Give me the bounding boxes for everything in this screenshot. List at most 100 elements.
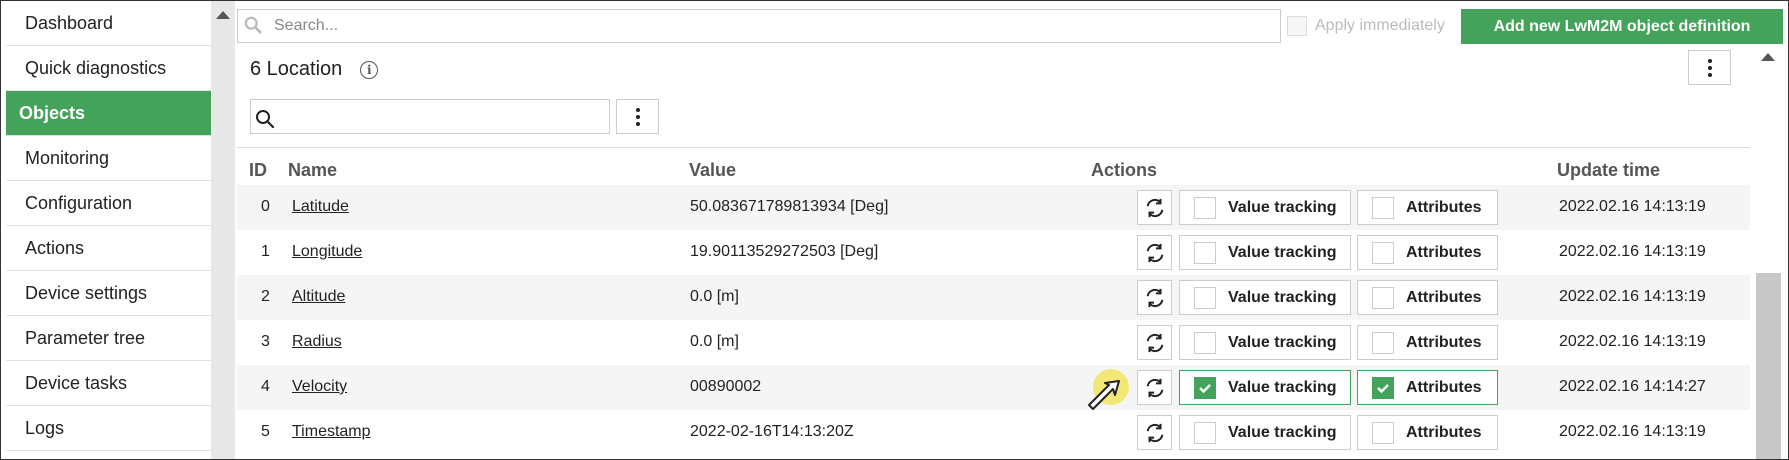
- value-tracking-button[interactable]: Value tracking: [1179, 235, 1351, 270]
- column-header-name[interactable]: Name: [288, 160, 337, 181]
- table-row: 4 Velocity 00890002 Value tracking Attribute…: [237, 365, 1750, 410]
- scroll-up-icon[interactable]: [216, 11, 230, 19]
- main-scrollbar[interactable]: [1756, 45, 1781, 459]
- info-icon[interactable]: i: [360, 60, 379, 79]
- attributes-checkbox[interactable]: [1372, 286, 1394, 309]
- refresh-icon: [1146, 423, 1163, 442]
- sidebar-item-objects[interactable]: Objects: [6, 91, 211, 136]
- add-object-definition-button[interactable]: Add new LwM2M object definition: [1461, 9, 1783, 44]
- search-input[interactable]: [274, 10, 1274, 42]
- value-tracking-label: Value tracking: [1228, 198, 1337, 216]
- update-time: 2022.02.16 14:13:19: [1559, 423, 1706, 440]
- attributes-label: Attributes: [1406, 288, 1482, 306]
- refresh-button[interactable]: [1137, 235, 1172, 270]
- column-header-actions: Actions: [1091, 160, 1158, 180]
- check-icon: [1377, 383, 1389, 393]
- attributes-label: Attributes: [1406, 243, 1482, 261]
- app-window: Dashboard Quick diagnostics Objects Monitor…: [0, 0, 1789, 460]
- column-header-id[interactable]: ID: [249, 160, 267, 181]
- value-tracking-button[interactable]: Value tracking: [1179, 415, 1351, 450]
- resource-value: 0.0 [m]: [690, 333, 739, 350]
- resource-name-link[interactable]: Timestamp: [292, 423, 371, 441]
- sidebar-item-monitoring[interactable]: Monitoring: [6, 136, 211, 181]
- attributes-checkbox[interactable]: [1372, 376, 1394, 399]
- attributes-button[interactable]: Attributes: [1357, 280, 1498, 315]
- attributes-button[interactable]: Attributes: [1357, 190, 1498, 225]
- value-tracking-checkbox[interactable]: [1194, 376, 1216, 399]
- filter-menu-button[interactable]: [616, 99, 659, 134]
- value-tracking-button[interactable]: Value tracking: [1179, 370, 1351, 405]
- scrollbar-thumb[interactable]: [1756, 273, 1781, 459]
- resource-name-link[interactable]: Radius: [292, 333, 342, 351]
- table-header: ID Name Value Actions Update time: [237, 147, 1750, 187]
- resource-value: 2022-02-16T14:13:20Z: [690, 423, 854, 440]
- resource-name-link[interactable]: Velocity: [292, 378, 347, 396]
- filter-field[interactable]: [250, 99, 610, 134]
- attributes-button[interactable]: Attributes: [1357, 415, 1498, 450]
- attributes-checkbox[interactable]: [1372, 421, 1394, 444]
- sidebar-item-logs[interactable]: Logs: [6, 406, 211, 451]
- attributes-button[interactable]: Attributes: [1357, 370, 1498, 405]
- resource-value: 50.083671789813934 [Deg]: [690, 198, 889, 215]
- refresh-button[interactable]: [1137, 370, 1172, 405]
- table-row: 3 Radius 0.0 [m] Value tracking Attributes 20…: [237, 320, 1750, 365]
- table-body: 0 Latitude 50.083671789813934 [Deg] Value t…: [237, 185, 1750, 455]
- refresh-button[interactable]: [1137, 190, 1172, 225]
- page-title: 6 Location: [250, 58, 343, 80]
- global-search[interactable]: [237, 9, 1281, 43]
- row-id: 1: [261, 243, 270, 260]
- refresh-button[interactable]: [1137, 280, 1172, 315]
- value-tracking-checkbox[interactable]: [1194, 241, 1216, 264]
- value-tracking-label: Value tracking: [1228, 288, 1337, 306]
- value-tracking-label: Value tracking: [1228, 378, 1337, 396]
- kebab-menu-icon: [635, 107, 640, 126]
- sidebar-scrollbar[interactable]: [211, 1, 235, 459]
- apply-immediately-toggle[interactable]: Apply immediately: [1287, 13, 1445, 39]
- value-tracking-button[interactable]: Value tracking: [1179, 325, 1351, 360]
- resource-value: 19.90113529272503 [Deg]: [690, 243, 879, 260]
- apply-immediately-checkbox[interactable]: [1287, 16, 1307, 36]
- attributes-checkbox[interactable]: [1372, 241, 1394, 264]
- sidebar-item-dashboard[interactable]: Dashboard: [6, 1, 211, 46]
- kebab-menu-icon: [1707, 58, 1712, 77]
- object-menu-button[interactable]: [1688, 50, 1731, 85]
- refresh-button[interactable]: [1137, 415, 1172, 450]
- value-tracking-button[interactable]: Value tracking: [1179, 190, 1351, 225]
- sidebar: Dashboard Quick diagnostics Objects Monitor…: [6, 1, 211, 459]
- apply-immediately-label: Apply immediately: [1315, 17, 1445, 34]
- value-tracking-checkbox[interactable]: [1194, 331, 1216, 354]
- attributes-label: Attributes: [1406, 198, 1482, 216]
- table-row: 0 Latitude 50.083671789813934 [Deg] Value t…: [237, 185, 1750, 230]
- resource-name-link[interactable]: Latitude: [292, 198, 349, 216]
- refresh-icon: [1146, 333, 1163, 352]
- sidebar-item-parameter-tree[interactable]: Parameter tree: [6, 316, 211, 361]
- row-id: 2: [261, 288, 270, 305]
- value-tracking-checkbox[interactable]: [1194, 196, 1216, 219]
- sidebar-item-device-tasks[interactable]: Device tasks: [6, 361, 211, 406]
- sidebar-item-actions[interactable]: Actions: [6, 226, 211, 271]
- sidebar-item-configuration[interactable]: Configuration: [6, 181, 211, 226]
- sidebar-item-quick-diagnostics[interactable]: Quick diagnostics: [6, 46, 211, 91]
- resource-value: 00890002: [690, 378, 762, 395]
- column-header-value[interactable]: Value: [689, 160, 736, 181]
- value-tracking-checkbox[interactable]: [1194, 286, 1216, 309]
- update-time: 2022.02.16 14:13:19: [1559, 198, 1706, 215]
- sidebar-item-device-settings[interactable]: Device settings: [6, 271, 211, 316]
- resource-name-link[interactable]: Longitude: [292, 243, 362, 261]
- value-tracking-checkbox[interactable]: [1194, 421, 1216, 444]
- row-id: 0: [261, 198, 270, 215]
- attributes-checkbox[interactable]: [1372, 331, 1394, 354]
- row-id: 5: [261, 423, 270, 440]
- value-tracking-button[interactable]: Value tracking: [1179, 280, 1351, 315]
- attributes-button[interactable]: Attributes: [1357, 235, 1498, 270]
- value-tracking-label: Value tracking: [1228, 333, 1337, 351]
- refresh-button[interactable]: [1137, 325, 1172, 360]
- refresh-icon: [1146, 198, 1163, 217]
- scroll-up-icon[interactable]: [1761, 53, 1775, 61]
- resource-value: 0.0 [m]: [690, 288, 739, 305]
- attributes-button[interactable]: Attributes: [1357, 325, 1498, 360]
- attributes-checkbox[interactable]: [1372, 196, 1394, 219]
- refresh-icon: [1146, 378, 1163, 397]
- resource-name-link[interactable]: Altitude: [292, 288, 345, 306]
- column-header-update-time[interactable]: Update time: [1557, 160, 1660, 181]
